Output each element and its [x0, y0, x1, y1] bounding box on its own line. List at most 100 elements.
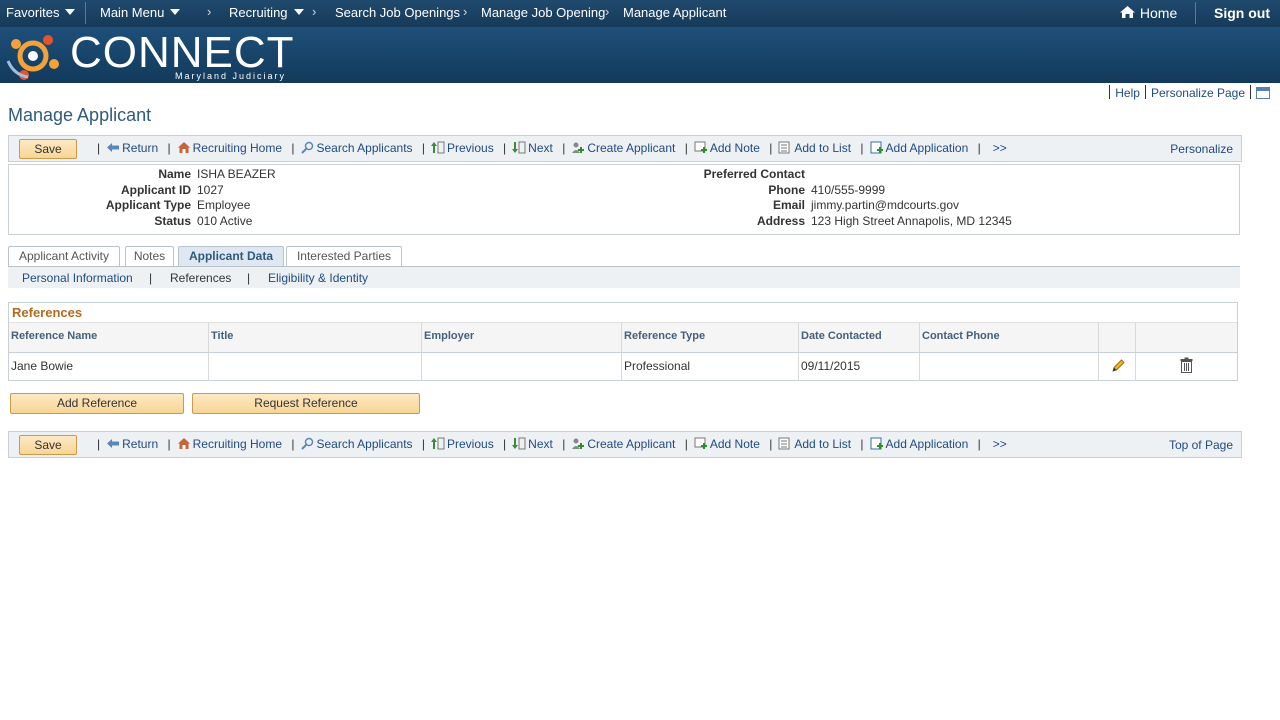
save-button[interactable]: Save: [19, 435, 77, 455]
applicant-name: ISHA BEAZER: [197, 167, 276, 181]
request-reference-button[interactable]: Request Reference: [192, 393, 420, 414]
search-applicants-link[interactable]: Search Applicants: [300, 141, 413, 155]
chevron-down-icon: [293, 9, 304, 15]
grid-header: Reference Name Title Employer Reference …: [9, 322, 1237, 353]
divider: [1250, 85, 1251, 99]
column-title: Title: [209, 323, 422, 352]
preferred-contact-label: Preferred Contact: [703, 167, 805, 181]
chevron-right-icon: ›: [605, 4, 610, 19]
toolbar-links: | Return | Recruiting Home | Search Applica…: [97, 141, 1007, 155]
next-link[interactable]: Next: [512, 437, 553, 451]
previous-link[interactable]: Previous: [431, 141, 494, 155]
add-application-link[interactable]: Add Application: [870, 437, 968, 451]
subtab-eligibility-identity[interactable]: Eligibility & Identity: [268, 271, 368, 285]
applicant-address: 123 High Street Annapolis, MD 12345: [811, 214, 1012, 228]
column-employer: Employer: [422, 323, 622, 352]
more-actions-link[interactable]: >>: [993, 141, 1007, 155]
toolbar-links: | Return | Recruiting Home | Search Applica…: [97, 437, 1007, 451]
breadcrumb-recruiting[interactable]: Recruiting: [229, 5, 304, 20]
breadcrumb-manage-job-opening[interactable]: Manage Job Opening: [481, 5, 605, 20]
date-contacted-cell: 09/11/2015: [799, 353, 920, 381]
references-title: References: [12, 305, 83, 320]
new-window-icon[interactable]: [1256, 87, 1270, 99]
table-row: Jane Bowie Professional 09/11/2015: [9, 353, 1237, 381]
toolbar-bottom: Save | Return | Recruiting Home | Search Ap…: [8, 431, 1242, 458]
contact-phone-cell: [920, 353, 1099, 381]
references-grid: References Reference Name Title Employer…: [8, 302, 1238, 381]
chevron-right-icon: ›: [207, 4, 212, 19]
column-edit: [1099, 323, 1136, 352]
house-icon: [177, 142, 190, 153]
add-note-link[interactable]: Add Note: [694, 141, 760, 155]
home-icon: [1120, 6, 1135, 18]
tab-interested-parties[interactable]: Interested Parties: [286, 246, 402, 267]
tab-applicant-data[interactable]: Applicant Data: [178, 246, 284, 267]
top-of-page-link[interactable]: Top of Page: [1169, 438, 1233, 452]
subtab-references: References: [170, 271, 232, 285]
status-label: Status: [154, 214, 191, 228]
applicant-type-label: Applicant Type: [105, 198, 191, 212]
more-actions-link[interactable]: >>: [993, 437, 1007, 451]
create-applicant-link[interactable]: Create Applicant: [571, 437, 675, 451]
recruiting-home-link[interactable]: Recruiting Home: [177, 437, 282, 451]
add-application-link[interactable]: Add Application: [870, 141, 968, 155]
add-reference-button[interactable]: Add Reference: [10, 393, 184, 414]
add-to-list-link[interactable]: Add to List: [778, 141, 851, 155]
home-link[interactable]: Home: [1119, 5, 1177, 21]
next-link[interactable]: Next: [512, 141, 553, 155]
sign-out-link[interactable]: Sign out: [1214, 5, 1270, 21]
breadcrumb-manage-applicant: Manage Applicant: [623, 5, 727, 20]
connect-logo-icon: [6, 35, 59, 80]
personalize-page-link[interactable]: Personalize Page: [1151, 86, 1245, 100]
search-people-icon: [301, 437, 314, 450]
applicant-id-label: Applicant ID: [120, 183, 191, 197]
phone-label: Phone: [768, 183, 805, 197]
email-label: Email: [772, 198, 805, 212]
divider: [85, 2, 86, 24]
divider: |: [149, 271, 153, 285]
address-label: Address: [756, 214, 805, 228]
page-title: Manage Applicant: [8, 105, 152, 125]
edit-pencil-icon[interactable]: [1110, 358, 1126, 374]
subtab-bar: Personal Information | References | Elig…: [8, 267, 1240, 288]
tab-applicant-activity[interactable]: Applicant Activity: [8, 246, 120, 267]
chevron-right-icon: ›: [463, 4, 468, 19]
column-reference-name: Reference Name: [9, 323, 209, 352]
tab-notes[interactable]: Notes: [125, 246, 174, 267]
reference-name-cell: Jane Bowie: [9, 353, 209, 381]
personalize-link[interactable]: Personalize: [1170, 142, 1233, 156]
add-to-list-link[interactable]: Add to List: [778, 437, 851, 451]
subtab-personal-information[interactable]: Personal Information: [22, 271, 133, 285]
reference-employer-cell: [422, 353, 622, 381]
applicant-type: Employee: [197, 198, 251, 212]
return-link[interactable]: Return: [106, 141, 158, 155]
applicant-info-panel: Name ISHA BEAZER Applicant ID 1027 Appli…: [8, 164, 1240, 235]
breadcrumb-search-job-openings[interactable]: Search Job Openings: [335, 5, 460, 20]
column-reference-type: Reference Type: [622, 323, 799, 352]
divider: [1109, 85, 1111, 99]
toolbar-top: Save | Return | Recruiting Home | Search Ap…: [8, 135, 1242, 162]
save-button[interactable]: Save: [19, 139, 77, 159]
main-menu[interactable]: Main Menu: [100, 5, 181, 20]
help-link[interactable]: Help: [1115, 86, 1140, 100]
search-applicants-link[interactable]: Search Applicants: [300, 437, 413, 451]
logo-subtitle: Maryland Judiciary: [175, 71, 287, 81]
create-applicant-link[interactable]: Create Applicant: [571, 141, 675, 155]
next-arrow-icon: [512, 437, 526, 450]
favorites-menu[interactable]: Favorites: [6, 5, 76, 20]
list-icon: [778, 141, 790, 154]
add-person-icon: [572, 142, 585, 153]
return-link[interactable]: Return: [106, 437, 158, 451]
chevron-down-icon: [170, 9, 181, 15]
column-contact-phone: Contact Phone: [920, 323, 1099, 352]
top-navigation-bar: Favorites Main Menu › Recruiting › Searc…: [0, 0, 1280, 27]
divider: [1195, 2, 1196, 24]
previous-link[interactable]: Previous: [431, 437, 494, 451]
home-label: Home: [1139, 5, 1178, 21]
column-date-contacted: Date Contacted: [799, 323, 920, 352]
add-person-icon: [572, 438, 585, 449]
add-note-link[interactable]: Add Note: [694, 437, 760, 451]
delete-trash-icon[interactable]: [1180, 357, 1193, 373]
recruiting-home-link[interactable]: Recruiting Home: [177, 141, 282, 155]
divider: |: [247, 271, 251, 285]
